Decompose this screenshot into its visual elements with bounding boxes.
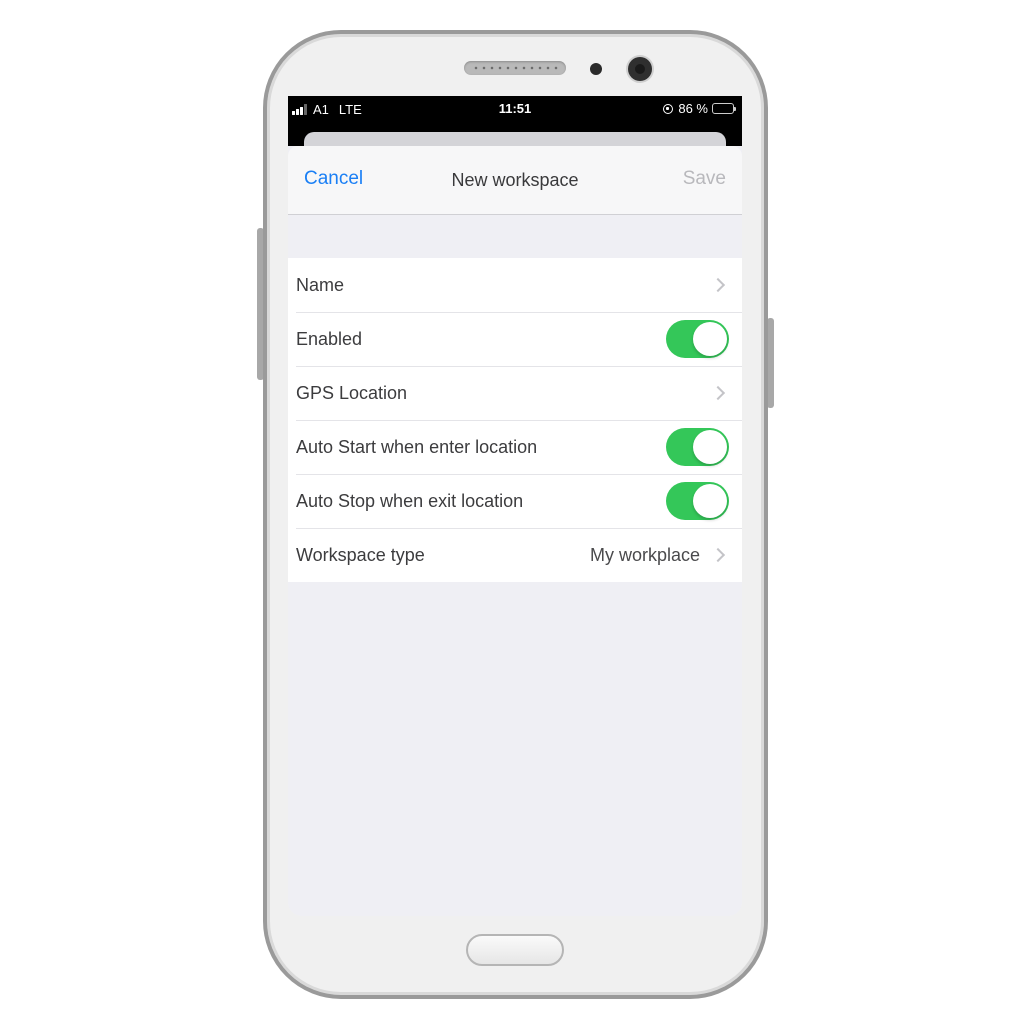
phone-screen: A1 LTE 11:51 86 % Cancel New workspace S… [288,96,742,916]
front-camera-icon [628,57,652,81]
chevron-right-icon [710,277,726,293]
modal-sheet: Cancel New workspace Save Name Enabled G… [288,146,742,916]
chevron-right-icon [710,385,726,401]
settings-list: Name Enabled GPS Location Auto Start whe… [288,258,742,582]
auto-start-row: Auto Start when enter location [288,420,742,474]
chevron-right-icon [710,547,726,563]
row-label: Auto Stop when exit location [296,490,524,511]
row-label: Name [296,274,345,295]
home-button[interactable] [466,934,564,966]
workspace-type-value: My workplace [589,544,700,565]
row-label: Enabled [296,328,363,349]
row-label: Auto Start when enter location [296,436,538,457]
save-button[interactable]: Save [683,168,726,190]
battery-percent: 86 % [678,101,708,116]
battery-icon [712,103,736,114]
enabled-toggle[interactable] [666,320,729,358]
auto-stop-toggle[interactable] [666,482,729,520]
auto-stop-row: Auto Stop when exit location [288,474,742,528]
workspace-type-row[interactable]: Workspace type My workplace [288,528,742,582]
speaker-grille [464,61,566,75]
row-label: Workspace type [296,544,425,565]
navigation-bar: Cancel New workspace Save [288,146,742,215]
power-button [767,318,774,408]
enabled-row: Enabled [288,312,742,366]
gps-location-row[interactable]: GPS Location [288,366,742,420]
page-title: New workspace [451,170,579,190]
row-label: GPS Location [296,382,408,403]
name-row[interactable]: Name [288,258,742,312]
auto-start-toggle[interactable] [666,428,729,466]
status-bar: A1 LTE 11:51 86 % [288,96,742,152]
orientation-lock-icon [663,103,674,114]
proximity-sensor [590,63,602,75]
